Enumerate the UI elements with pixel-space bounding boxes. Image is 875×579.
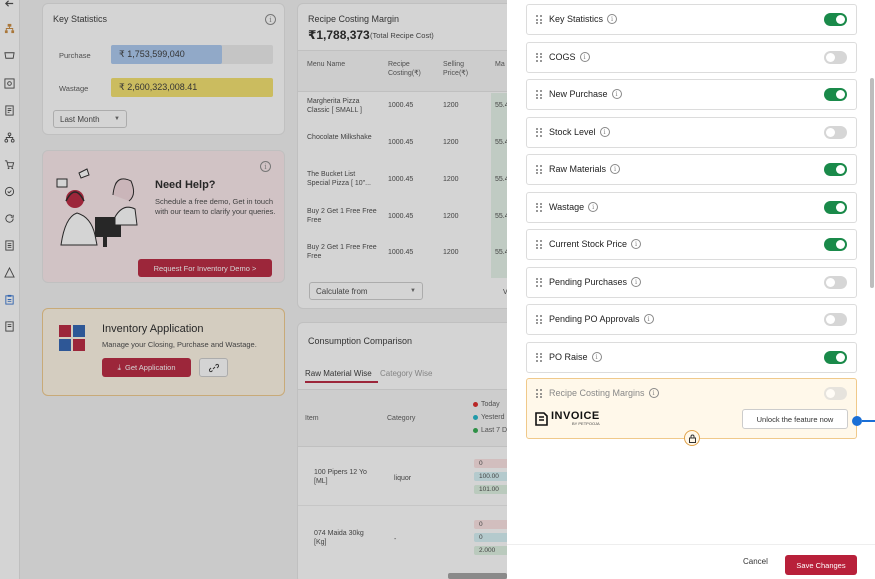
unlock-feature-button[interactable]: Unlock the feature now	[742, 409, 848, 429]
widget-row-stock-level: Stock Level i	[526, 116, 857, 148]
widget-label-text: Recipe Costing Margins	[549, 388, 645, 398]
widget-label-text: Key Statistics	[549, 14, 604, 24]
drag-handle-icon[interactable]	[536, 202, 542, 213]
widget-toggle[interactable]	[824, 275, 847, 289]
widget-label: COGS i	[549, 51, 590, 62]
widget-label: Stock Level i	[549, 126, 610, 137]
widget-label-text: COGS	[549, 51, 576, 62]
widget-label-text: PO Raise	[549, 351, 588, 362]
invoice-logo-mark	[535, 411, 548, 426]
widget-toggle[interactable]	[824, 238, 847, 251]
widget-label-text: Wastage	[549, 201, 585, 212]
widget-toggle[interactable]	[824, 163, 847, 176]
widget-toggle[interactable]	[824, 313, 847, 326]
toggle-knob	[826, 127, 835, 137]
toggle-knob	[826, 315, 835, 324]
widget-label: Recipe Costing Margins i	[549, 388, 659, 398]
widget-row-raw-materials: Raw Materials i	[526, 154, 857, 185]
widget-label-text: Pending Purchases	[549, 276, 628, 287]
toggle-knob	[836, 352, 845, 362]
toggle-knob	[826, 277, 835, 287]
widget-toggle[interactable]	[824, 88, 847, 101]
vertical-scrollbar[interactable]	[870, 78, 874, 288]
toggle-knob	[836, 90, 845, 99]
widget-row-cogs: COGS i	[526, 41, 857, 73]
toggle-knob	[836, 165, 845, 174]
widget-label-text: Stock Level	[549, 126, 596, 137]
customize-widgets-drawer: Key Statistics i COGS i New Purchase i Stock L…	[507, 0, 875, 579]
widget-row-current-stock-price: Current Stock Price i	[526, 229, 857, 260]
drag-handle-icon[interactable]	[536, 352, 542, 363]
widget-label: Pending PO Approvals i	[549, 314, 654, 324]
horizontal-scrollbar[interactable]	[448, 573, 507, 579]
cancel-button[interactable]: Cancel	[743, 557, 768, 566]
info-icon[interactable]: i	[599, 126, 610, 137]
drag-handle-icon[interactable]	[536, 389, 542, 399]
invoice-brand-sub: BY PETPOOJA	[572, 421, 600, 426]
info-icon[interactable]: i	[607, 14, 618, 24]
info-icon[interactable]: i	[643, 314, 654, 324]
widget-label: Pending Purchases i	[549, 276, 642, 287]
widget-label: Raw Materials i	[549, 164, 621, 174]
info-icon[interactable]: i	[631, 276, 642, 287]
widget-row-new-purchase: New Purchase i	[526, 79, 857, 110]
toggle-knob	[826, 52, 835, 62]
drag-handle-icon[interactable]	[536, 90, 542, 100]
drag-handle-icon[interactable]	[536, 277, 542, 288]
toggle-knob	[836, 15, 845, 24]
widget-toggle[interactable]	[824, 125, 847, 139]
info-icon[interactable]: i	[611, 89, 622, 99]
info-icon[interactable]: i	[631, 239, 642, 249]
widget-row-pending-purchases: Pending Purchases i	[526, 266, 857, 298]
widget-toggle[interactable]	[824, 200, 847, 214]
drag-handle-icon[interactable]	[536, 15, 542, 25]
toggle-knob	[836, 240, 845, 249]
info-icon[interactable]: i	[579, 51, 590, 62]
widget-toggle[interactable]	[824, 13, 847, 26]
widget-label-text: Pending PO Approvals	[549, 314, 640, 324]
drag-handle-icon[interactable]	[536, 240, 542, 250]
drag-handle-icon[interactable]	[536, 127, 542, 138]
widget-toggle[interactable]	[824, 50, 847, 64]
drag-handle-icon[interactable]	[536, 165, 542, 175]
widget-row-pending-po-approvals: Pending PO Approvals i	[526, 304, 857, 335]
info-icon[interactable]: i	[648, 388, 659, 398]
invoice-logo: INVOICE BY PETPOOJA	[535, 411, 600, 426]
info-icon[interactable]: i	[610, 164, 621, 174]
widget-label: New Purchase i	[549, 89, 622, 99]
widget-label: Wastage i	[549, 201, 599, 212]
widget-label: PO Raise i	[549, 351, 602, 362]
widget-row-key-statistics: Key Statistics i	[526, 4, 857, 35]
widget-toggle	[824, 387, 847, 400]
drag-handle-icon[interactable]	[536, 315, 542, 325]
widget-row-po-raise: PO Raise i	[526, 341, 857, 373]
tour-pointer-dot	[852, 416, 862, 426]
widget-label-text: New Purchase	[549, 89, 608, 99]
lock-icon	[684, 430, 700, 446]
widget-label: Current Stock Price i	[549, 239, 642, 249]
widget-label: Key Statistics i	[549, 14, 618, 24]
drag-handle-icon[interactable]	[536, 52, 542, 63]
tour-pointer-line	[862, 420, 875, 422]
toggle-knob	[836, 202, 845, 212]
save-changes-button[interactable]: Save Changes	[785, 555, 857, 575]
widget-row-wastage: Wastage i	[526, 191, 857, 223]
locked-widget-recipe-costing: Recipe Costing Margins i INVOICE BY PETP…	[526, 378, 857, 446]
info-icon[interactable]: i	[588, 201, 599, 212]
info-icon[interactable]: i	[591, 351, 602, 362]
widget-toggle[interactable]	[824, 350, 847, 364]
widget-label-text: Raw Materials	[549, 164, 607, 174]
widget-label-text: Current Stock Price	[549, 239, 628, 249]
drawer-footer: Cancel Save Changes	[507, 544, 875, 579]
modal-backdrop[interactable]	[0, 0, 507, 579]
